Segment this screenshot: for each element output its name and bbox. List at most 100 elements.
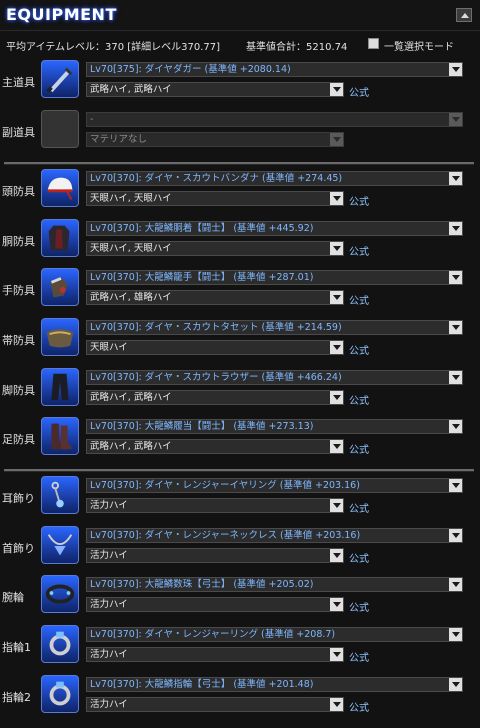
materia-select[interactable]: 活力ハイ — [86, 647, 344, 662]
official-link[interactable]: 公式 — [349, 699, 369, 714]
dropdown-arrow-icon[interactable] — [449, 578, 462, 591]
item-select[interactable]: Lv70[370]: 大龍鱗籠手【闘士】 (基準値 +287.01) — [86, 270, 463, 285]
official-link[interactable]: 公式 — [349, 392, 369, 407]
equipment-slot: 主道具 Lv70[375]: ダイヤダガー (基準値 +2080.14) 武略ハイ,… — [0, 58, 480, 108]
official-link[interactable]: 公式 — [349, 84, 369, 99]
item-select[interactable]: Lv70[370]: ダイヤ・スカウトバンダナ (基準値 +274.45) — [86, 171, 463, 186]
materia-select[interactable]: 武略ハイ, 雄略ハイ — [86, 290, 344, 305]
dropdown-arrow-icon[interactable] — [330, 648, 343, 661]
item-name: Lv70[370]: 大龍鱗籠手【闘士】 — [90, 272, 231, 283]
materia-value: 活力ハイ — [90, 649, 128, 660]
item-base-value: (基準値 +203.16) — [280, 530, 361, 541]
materia-select[interactable]: 活力ハイ — [86, 498, 344, 513]
item-name: Lv70[370]: ダイヤ・スカウトタセット — [90, 322, 259, 333]
dropdown-arrow-icon[interactable] — [330, 698, 343, 711]
materia-select[interactable]: 活力ハイ — [86, 697, 344, 712]
official-link[interactable]: 公式 — [349, 599, 369, 614]
equipment-panel: EQUIPMENT 平均アイテムレベル：370 [詳細レベル370.77] 基準… — [0, 0, 480, 728]
dropdown-arrow-icon[interactable] — [449, 113, 462, 126]
item-name: - — [90, 114, 94, 125]
item-select-value: Lv70[370]: 大龍鱗指輪【弓士】 (基準値 +201.48) — [90, 678, 462, 691]
materia-select[interactable]: 武略ハイ, 武略ハイ — [86, 439, 344, 454]
dropdown-arrow-icon[interactable] — [330, 133, 343, 146]
official-link[interactable]: 公式 — [349, 193, 369, 208]
dropdown-arrow-icon[interactable] — [330, 192, 343, 205]
item-name: Lv70[370]: 大龍鱗胴着【闘士】 — [90, 223, 231, 234]
earring-icon — [41, 476, 79, 514]
dropdown-arrow-icon[interactable] — [449, 628, 462, 641]
dropdown-arrow-icon[interactable] — [449, 172, 462, 185]
dropdown-arrow-icon[interactable] — [330, 499, 343, 512]
item-select-value: Lv70[370]: 大龍鱗履当【闘士】 (基準値 +273.13) — [90, 420, 462, 433]
item-select[interactable]: Lv70[370]: 大龍鱗数珠【弓士】 (基準値 +205.02) — [86, 577, 463, 592]
dropdown-arrow-icon[interactable] — [449, 271, 462, 284]
slot-label: 頭防具 — [2, 185, 35, 198]
dropdown-arrow-icon[interactable] — [330, 341, 343, 354]
slot-label: 指輪2 — [2, 691, 31, 704]
dropdown-arrow-icon[interactable] — [449, 222, 462, 235]
slot-label: 胴防具 — [2, 235, 35, 248]
item-name: Lv70[370]: ダイヤ・スカウトバンダナ — [90, 173, 259, 184]
slot-label: 首飾り — [2, 542, 35, 555]
dropdown-arrow-icon[interactable] — [449, 420, 462, 433]
dropdown-arrow-icon[interactable] — [330, 598, 343, 611]
materia-value: 天眼ハイ, 天眼ハイ — [90, 193, 172, 204]
item-select[interactable]: Lv70[370]: ダイヤ・レンジャーイヤリング (基準値 +203.16) — [86, 478, 463, 493]
item-select-value: - — [90, 113, 462, 126]
materia-value: 活力ハイ — [90, 699, 128, 710]
dropdown-arrow-icon[interactable] — [330, 83, 343, 96]
equipment-slot: 帯防具 Lv70[370]: ダイヤ・スカウトタセット (基準値 +214.59)… — [0, 316, 480, 366]
materia-value: 天眼ハイ, 天眼ハイ — [90, 243, 172, 254]
item-name: Lv70[370]: ダイヤ・レンジャーリング — [90, 629, 259, 640]
dropdown-arrow-icon[interactable] — [330, 391, 343, 404]
empty-slot-icon — [41, 110, 79, 148]
slot-label: 脚防具 — [2, 384, 35, 397]
panel-title: EQUIPMENT — [6, 5, 117, 24]
slot-label: 手防具 — [2, 284, 35, 297]
collapse-button[interactable] — [456, 8, 472, 22]
official-link[interactable]: 公式 — [349, 649, 369, 664]
item-select[interactable]: Lv70[370]: ダイヤ・レンジャーリング (基準値 +208.7) — [86, 627, 463, 642]
item-select[interactable]: - — [86, 112, 463, 127]
dropdown-arrow-icon[interactable] — [449, 63, 462, 76]
materia-select[interactable]: 活力ハイ — [86, 548, 344, 563]
materia-select[interactable]: 武略ハイ, 武略ハイ — [86, 390, 344, 405]
item-select[interactable]: Lv70[375]: ダイヤダガー (基準値 +2080.14) — [86, 62, 463, 77]
bulk-select-checkbox[interactable] — [368, 38, 379, 49]
official-link[interactable]: 公式 — [349, 500, 369, 515]
materia-select[interactable]: 天眼ハイ, 天眼ハイ — [86, 191, 344, 206]
dropdown-arrow-icon[interactable] — [330, 291, 343, 304]
item-select[interactable]: Lv70[370]: 大龍鱗履当【闘士】 (基準値 +273.13) — [86, 419, 463, 434]
dropdown-arrow-icon[interactable] — [330, 549, 343, 562]
dropdown-arrow-icon[interactable] — [449, 479, 462, 492]
dropdown-arrow-icon[interactable] — [330, 242, 343, 255]
official-link[interactable]: 公式 — [349, 441, 369, 456]
item-select-value: Lv70[370]: ダイヤ・スカウトラウザー (基準値 +466.24) — [90, 371, 462, 384]
materia-select[interactable]: 武略ハイ, 武略ハイ — [86, 82, 344, 97]
item-select[interactable]: Lv70[370]: ダイヤ・スカウトタセット (基準値 +214.59) — [86, 320, 463, 335]
dropdown-arrow-icon[interactable] — [449, 529, 462, 542]
bandana-icon — [41, 169, 79, 207]
dropdown-arrow-icon[interactable] — [449, 371, 462, 384]
materia-select[interactable]: マテリアなし — [86, 132, 344, 147]
base-value-total: 基準値合計：5210.74 — [246, 42, 348, 53]
official-link[interactable]: 公式 — [349, 243, 369, 258]
materia-select[interactable]: 天眼ハイ — [86, 340, 344, 355]
dropdown-arrow-icon[interactable] — [449, 678, 462, 691]
item-base-value: (基準値 +2080.14) — [204, 64, 291, 75]
materia-select[interactable]: 活力ハイ — [86, 597, 344, 612]
ring-icon — [41, 625, 79, 663]
item-select[interactable]: Lv70[370]: ダイヤ・レンジャーネックレス (基準値 +203.16) — [86, 528, 463, 543]
dropdown-arrow-icon[interactable] — [330, 440, 343, 453]
boots-icon — [41, 417, 79, 455]
materia-select[interactable]: 天眼ハイ, 天眼ハイ — [86, 241, 344, 256]
item-select[interactable]: Lv70[370]: 大龍鱗胴着【闘士】 (基準値 +445.92) — [86, 221, 463, 236]
official-link[interactable]: 公式 — [349, 550, 369, 565]
slot-label: 足防具 — [2, 433, 35, 446]
official-link[interactable]: 公式 — [349, 342, 369, 357]
item-select[interactable]: Lv70[370]: 大龍鱗指輪【弓士】 (基準値 +201.48) — [86, 677, 463, 692]
item-select[interactable]: Lv70[370]: ダイヤ・スカウトラウザー (基準値 +466.24) — [86, 370, 463, 385]
equipment-slot: 胴防具 Lv70[370]: 大龍鱗胴着【闘士】 (基準値 +445.92) 天眼ハ… — [0, 217, 480, 267]
official-link[interactable]: 公式 — [349, 292, 369, 307]
dropdown-arrow-icon[interactable] — [449, 321, 462, 334]
